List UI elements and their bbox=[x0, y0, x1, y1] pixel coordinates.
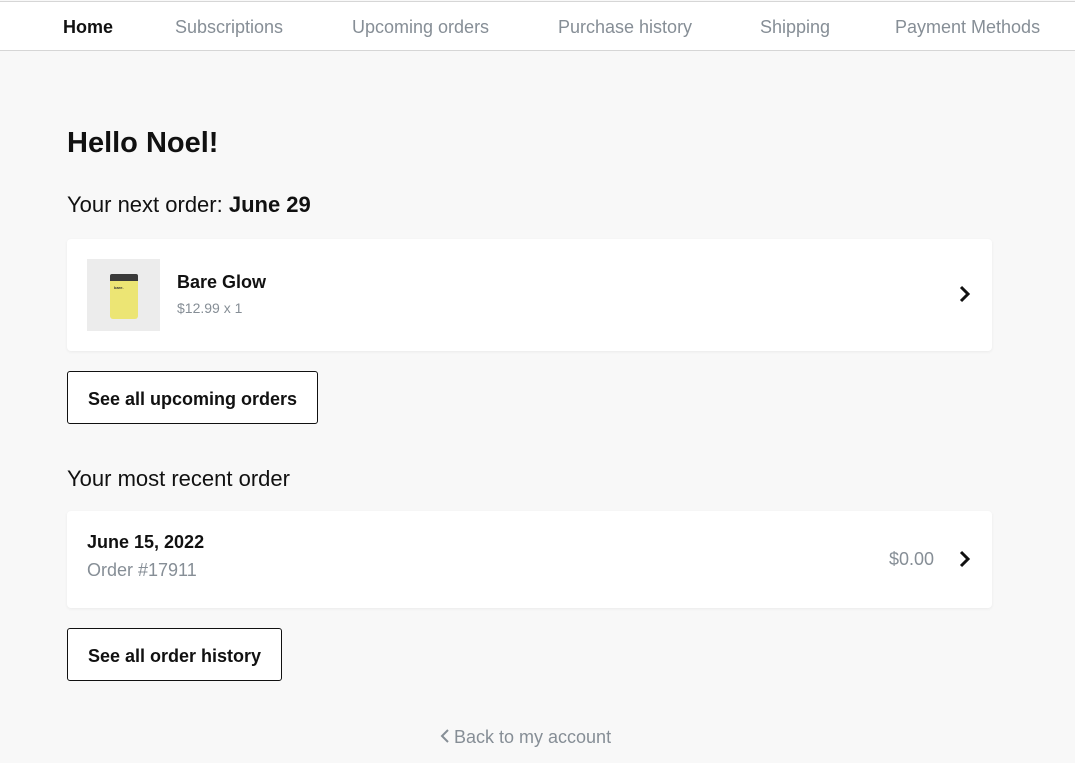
back-to-account-link[interactable]: Back to my account bbox=[440, 727, 611, 748]
next-order-heading: Your next order: June 29 bbox=[67, 192, 311, 218]
see-all-upcoming-orders-button[interactable]: See all upcoming orders bbox=[67, 371, 319, 424]
back-to-account-label: Back to my account bbox=[454, 727, 612, 747]
nav-tab-home[interactable]: Home bbox=[63, 2, 113, 50]
order-total: $0.00 bbox=[888, 549, 934, 569]
product-jar-icon: bare. bbox=[110, 281, 138, 319]
nav-tab-payment-methods[interactable]: Payment Methods bbox=[895, 2, 1040, 50]
recent-order-heading: Your most recent order bbox=[67, 466, 290, 491]
top-navigation: Home Subscriptions Upcoming orders Purch… bbox=[0, 1, 1075, 51]
next-order-label: Your next order: bbox=[67, 192, 229, 217]
see-all-order-history-button[interactable]: See all order history bbox=[67, 628, 283, 681]
upcoming-order-card[interactable]: bare. Bare Glow $12.99 x 1 bbox=[67, 239, 992, 351]
nav-tab-subscriptions[interactable]: Subscriptions bbox=[175, 2, 283, 50]
chevron-left-icon bbox=[440, 729, 449, 743]
greeting-title: Hello Noel! bbox=[67, 127, 219, 159]
nav-tab-shipping[interactable]: Shipping bbox=[760, 2, 830, 50]
next-order-date: June 29 bbox=[228, 192, 311, 217]
nav-tab-upcoming-orders[interactable]: Upcoming orders bbox=[352, 2, 489, 50]
product-price-quantity: $12.99 x 1 bbox=[177, 300, 243, 316]
product-thumbnail: bare. bbox=[87, 259, 160, 331]
chevron-right-icon[interactable] bbox=[958, 550, 972, 568]
recent-order-card[interactable]: June 15, 2022 Order #17911 $0.00 bbox=[67, 511, 992, 608]
order-date: June 15, 2022 bbox=[87, 532, 205, 552]
jar-brand-label: bare. bbox=[114, 285, 124, 290]
chevron-right-icon[interactable] bbox=[958, 285, 972, 303]
nav-tab-purchase-history[interactable]: Purchase history bbox=[558, 2, 692, 50]
product-name: Bare Glow bbox=[177, 272, 267, 292]
order-number: Order #17911 bbox=[87, 560, 197, 580]
